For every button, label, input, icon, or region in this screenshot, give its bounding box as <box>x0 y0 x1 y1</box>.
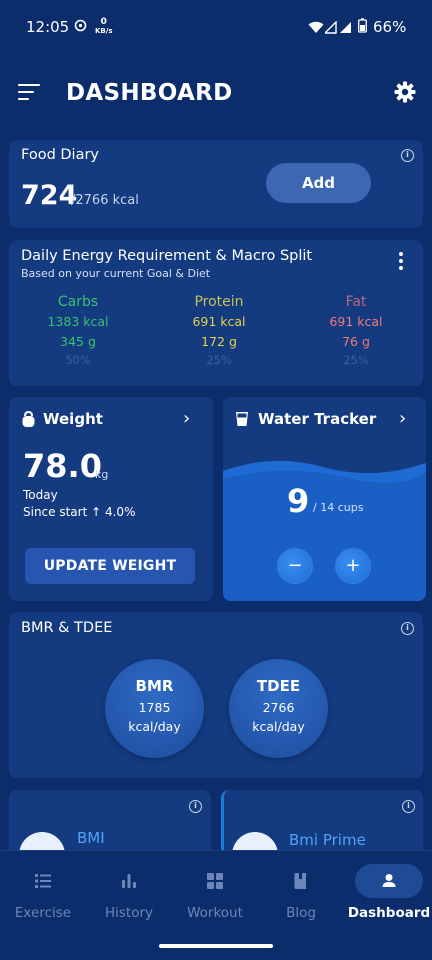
add-food-button[interactable]: Add <box>266 163 371 203</box>
nav-item-workout[interactable]: Workout <box>172 851 258 931</box>
nav-item-history[interactable]: History <box>86 851 172 931</box>
signal-icon-2 <box>340 19 352 38</box>
status-bar: 12:05 0 KB/s 66% <box>0 0 432 56</box>
status-time: 12:05 <box>26 18 70 36</box>
macro-percent: 25% <box>343 353 369 367</box>
macro-split-card[interactable]: Daily Energy Requirement & Macro Split B… <box>9 240 423 386</box>
macro-name: Protein <box>194 294 244 310</box>
bmr-value: 1785 <box>138 700 171 715</box>
water-tracker-card[interactable]: Water Tracker › 9 / 14 cups − + <box>223 397 426 601</box>
battery-percent: 66% <box>373 18 407 36</box>
food-diary-card[interactable]: Food Diary i 724 /2766 kcal Add <box>9 140 423 228</box>
info-icon[interactable]: i <box>402 800 415 813</box>
minus-button[interactable]: − <box>277 548 313 584</box>
bmr-tdee-card[interactable]: BMR & TDEE i BMR 1785 kcal/day TDEE 2766… <box>9 612 423 778</box>
macro-percent: 25% <box>206 353 232 367</box>
weight-since-start: Since start ↑ 4.0% <box>23 505 136 519</box>
calories-goal: /2766 kcal <box>71 193 139 208</box>
weight-card[interactable]: Weight › 78.0 kg Today Since start ↑ 4.0… <box>9 397 213 601</box>
macro-protein: Protein 691 kcal 172 g 25% <box>164 294 274 367</box>
more-options-icon[interactable] <box>399 252 403 273</box>
nav-label: Blog <box>286 905 316 921</box>
bmr-unit: kcal/day <box>128 719 181 734</box>
macro-kcal: 1383 kcal <box>47 314 109 329</box>
bmr-label: BMR <box>135 677 174 695</box>
macro-grams: 76 g <box>342 334 370 349</box>
update-weight-button[interactable]: UPDATE WEIGHT <box>25 548 195 584</box>
macro-subtitle: Based on your current Goal & Diet <box>21 267 211 280</box>
nav-item-exercise[interactable]: Exercise <box>0 851 86 931</box>
macro-kcal: 691 kcal <box>329 314 383 329</box>
page-title: DASHBOARD <box>66 80 233 106</box>
nav-label: Workout <box>187 905 243 921</box>
food-diary-title: Food Diary <box>21 147 100 163</box>
macro-kcal: 691 kcal <box>192 314 246 329</box>
grid-icon <box>205 871 225 891</box>
home-indicator[interactable] <box>159 944 273 948</box>
sync-icon <box>74 19 87 36</box>
water-wave <box>223 460 426 601</box>
nav-item-blog[interactable]: Blog <box>258 851 344 931</box>
nav-label: Exercise <box>14 905 72 921</box>
chevron-right-icon[interactable]: › <box>399 408 406 429</box>
tdee-circle: TDEE 2766 kcal/day <box>229 659 328 758</box>
weight-title: Weight <box>43 410 103 428</box>
macro-percent: 50% <box>65 353 91 367</box>
menu-icon[interactable] <box>18 84 40 102</box>
nav-item-dashboard[interactable]: Dashboard <box>346 851 432 931</box>
cup-icon <box>235 411 249 431</box>
macro-grams: 345 g <box>60 334 96 349</box>
macro-fat: Fat 691 kcal 76 g 25% <box>301 294 411 367</box>
bar-chart-icon <box>119 871 139 891</box>
water-count: 9 <box>287 482 310 520</box>
book-icon <box>291 871 311 891</box>
macro-name: Fat <box>345 294 367 310</box>
list-icon <box>33 871 53 891</box>
kettlebell-icon <box>21 410 36 432</box>
plus-button[interactable]: + <box>335 548 371 584</box>
person-icon <box>379 871 399 891</box>
bmi-prime-title: Bmi Prime <box>289 831 366 849</box>
bmi-title: BMI <box>77 829 105 847</box>
info-icon[interactable]: i <box>401 622 414 635</box>
nav-label: History <box>104 905 154 921</box>
tdee-label: TDEE <box>256 677 301 695</box>
wifi-icon <box>308 19 324 38</box>
gear-icon[interactable] <box>393 80 417 104</box>
chevron-right-icon[interactable]: › <box>183 408 190 429</box>
calories-consumed: 724 <box>21 180 78 211</box>
info-icon[interactable]: i <box>401 149 414 162</box>
water-title: Water Tracker <box>258 410 377 428</box>
battery-icon <box>358 18 367 37</box>
info-icon[interactable]: i <box>189 800 202 813</box>
weight-date: Today <box>23 488 58 502</box>
signal-icon <box>323 19 337 38</box>
tdee-value: 2766 <box>262 700 295 715</box>
macro-title: Daily Energy Requirement & Macro Split <box>21 248 313 264</box>
macro-carbs: Carbs 1383 kcal 345 g 50% <box>23 294 133 367</box>
net-speed: 0 KB/s <box>95 17 113 36</box>
bmr-circle: BMR 1785 kcal/day <box>105 659 204 758</box>
bmr-tdee-title: BMR & TDEE <box>21 620 113 636</box>
weight-value: 78.0 <box>23 447 102 485</box>
weight-unit: kg <box>95 468 109 481</box>
tdee-unit: kcal/day <box>252 719 305 734</box>
macro-grams: 172 g <box>201 334 237 349</box>
water-goal: / 14 cups <box>313 501 364 514</box>
macro-name: Carbs <box>57 294 99 310</box>
nav-label: Dashboard <box>347 905 431 921</box>
